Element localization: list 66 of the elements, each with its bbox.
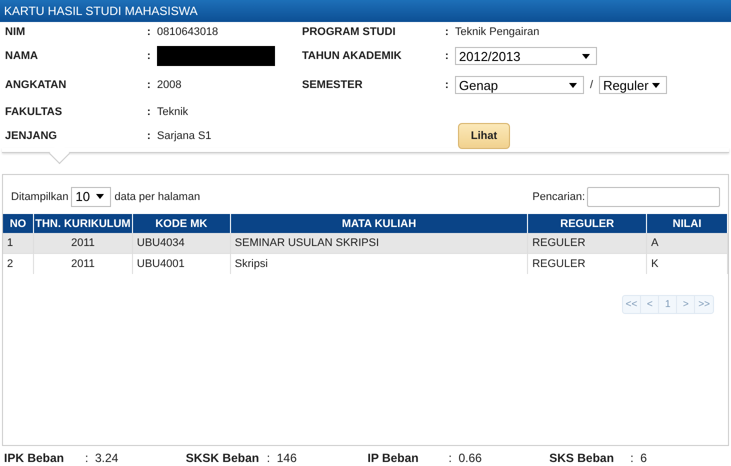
colon: : [147,130,152,142]
colon: : [85,451,90,465]
summary-label: IP Beban [368,451,420,465]
column-header[interactable]: MATA KULIAH [230,214,528,233]
show-label: data per halaman [114,190,200,202]
colon: : [445,26,450,38]
field-value: Teknik Pengairan [455,26,540,38]
field-label: PROGRAM STUDI [302,26,396,38]
table-cell: A [651,237,658,249]
semester-dropdown[interactable]: Genap [455,76,584,94]
field-label: NAMA [5,50,39,62]
table-cell: 2 [7,258,14,270]
dropdown-caret-icon [652,82,660,88]
page-size-dropdown[interactable]: 10 [71,186,112,206]
summary-value: 6 [640,451,647,465]
table-cell: 1 [7,237,14,249]
table-cell: 2011 [71,258,95,270]
column-header[interactable]: NILAI [646,214,728,233]
table-cell: SEMINAR USULAN SKRIPSI [234,237,380,249]
colon: : [147,79,152,91]
colon: : [630,451,635,465]
column-header[interactable]: REGULER [528,214,647,233]
field-label: SEMESTER [302,79,364,91]
year-dropdown[interactable]: 2012/2013 [455,47,597,65]
dropdown-caret-icon [582,54,590,58]
table-cell: Skripsi [234,258,268,270]
table-cell: K [651,258,658,270]
table-cell: UBU4034 [136,237,185,249]
field-label: ANGKATAN [5,79,68,91]
summary-value: 3.24 [95,451,118,465]
search-label: Pencarian: [532,190,585,202]
field-label: JENJANG [5,130,58,142]
colon: : [147,26,152,38]
field-label: TAHUN AKADEMIK [302,50,403,62]
colon: : [448,451,453,465]
column-header[interactable]: NO [3,214,34,233]
colon: : [147,106,152,118]
field-value: Teknik [157,106,190,118]
colon: : [445,50,450,62]
separator: / [590,79,594,91]
colon: : [266,451,272,465]
colon: : [147,50,152,62]
class-type-dropdown[interactable]: Reguler [599,76,668,94]
column-header[interactable]: KODE MK [132,214,230,233]
field-label: FAKULTAS [5,106,64,118]
search-field[interactable] [587,186,720,206]
page-header: KARTU HASIL STUDI MAHASISWA [0,0,731,22]
summary-value: 0.66 [458,451,482,465]
field-value: 2008 [157,79,182,91]
summary-label: IPK Beban [4,451,66,465]
column-header[interactable]: THN. KURIKULUM [33,214,132,233]
summary-value: 146 [276,451,297,465]
summary-label: SKSK Beban [186,451,260,465]
field-value: Sarjana S1 [157,130,212,142]
field-value: 0810643018 [157,26,220,38]
dropdown-caret-icon [96,194,104,199]
view-button[interactable]: Lihat [458,123,510,149]
table-cell: 2011 [71,237,95,249]
field-label: NIM [5,26,26,38]
table-cell: UBU4001 [136,258,185,270]
table-cell: REGULER [532,258,586,270]
colon: : [445,79,450,91]
table-cell: REGULER [532,237,586,249]
summary-label: SKS Beban [549,451,615,465]
show-label: Ditampilkan [11,190,68,202]
dropdown-caret-icon [569,82,577,88]
